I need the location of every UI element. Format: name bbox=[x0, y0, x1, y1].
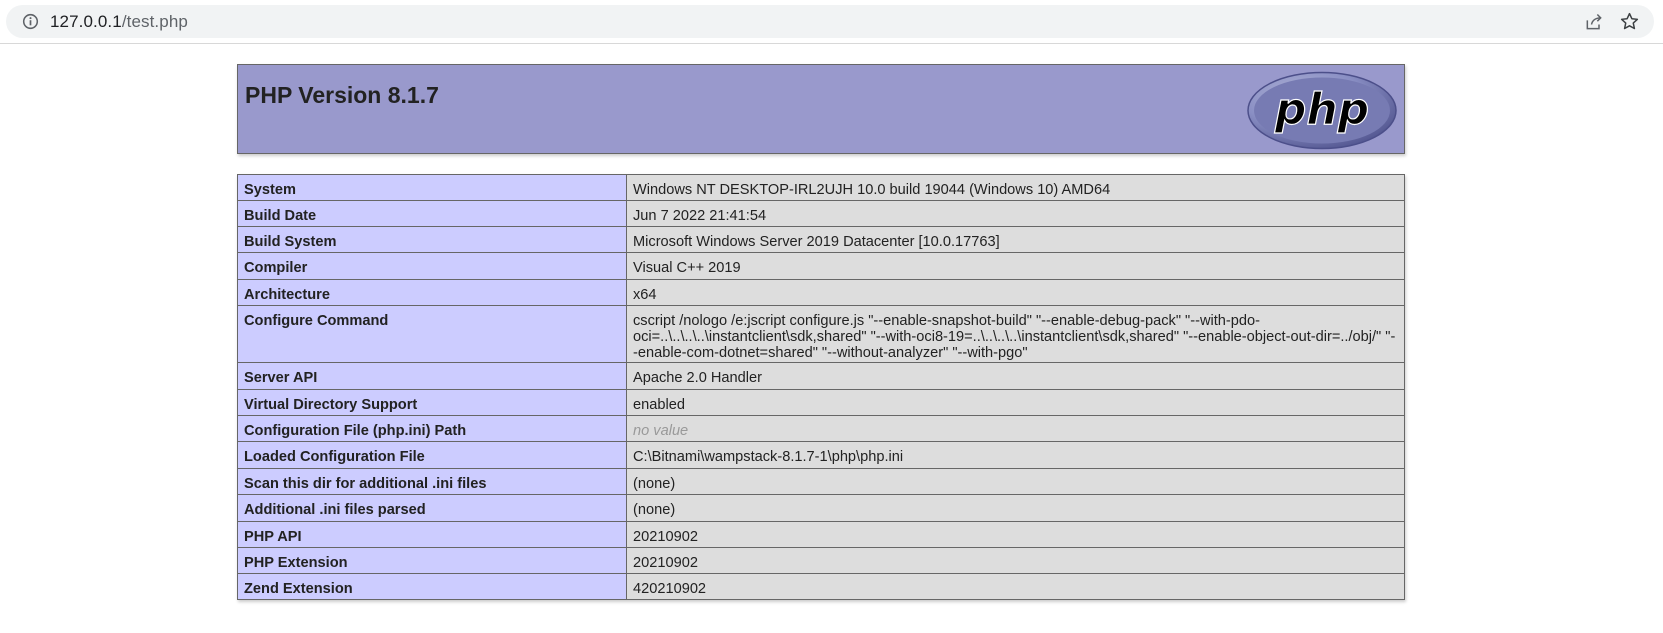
row-label: Architecture bbox=[237, 279, 627, 306]
table-row: Loaded Configuration File C:\Bitnami\wamp… bbox=[237, 441, 1405, 469]
row-value: (none) bbox=[626, 468, 1405, 495]
row-value: x64 bbox=[626, 279, 1405, 306]
url-host: 127.0.0.1 bbox=[50, 12, 122, 31]
table-row: Configure Command cscript /nologo /e:jscr… bbox=[237, 305, 1405, 363]
row-label: Compiler bbox=[237, 252, 627, 280]
table-row: Build System Microsoft Windows Server 201… bbox=[237, 226, 1405, 253]
row-value: Microsoft Windows Server 2019 Datacenter… bbox=[626, 226, 1405, 253]
table-row: Build Date Jun 7 2022 21:41:54 bbox=[237, 200, 1405, 227]
row-label: System bbox=[237, 174, 627, 201]
star-icon[interactable] bbox=[1619, 11, 1640, 32]
row-value: enabled bbox=[626, 389, 1405, 416]
row-value: cscript /nologo /e:jscript configure.js … bbox=[626, 305, 1405, 363]
no-value-text: no value bbox=[633, 423, 689, 439]
info-icon[interactable] bbox=[22, 13, 39, 30]
row-label: Virtual Directory Support bbox=[237, 389, 627, 416]
row-label: Additional .ini files parsed bbox=[237, 494, 627, 522]
phpinfo-page: PHP Version 8.1.7 php System Windows NT D… bbox=[237, 64, 1405, 600]
row-value: (none) bbox=[626, 494, 1405, 522]
url-text[interactable]: 127.0.0.1/test.php bbox=[50, 12, 188, 32]
row-label: Loaded Configuration File bbox=[237, 441, 627, 469]
info-table: System Windows NT DESKTOP-IRL2UJH 10.0 bu… bbox=[237, 174, 1405, 600]
phpinfo-header: PHP Version 8.1.7 php bbox=[237, 64, 1405, 154]
php-logo-text: php bbox=[1274, 84, 1369, 135]
table-row: PHP API 20210902 bbox=[237, 521, 1405, 548]
row-label: Configure Command bbox=[237, 305, 627, 363]
address-bar[interactable]: 127.0.0.1/test.php bbox=[6, 5, 1654, 38]
row-value: Visual C++ 2019 bbox=[626, 252, 1405, 280]
table-row: Additional .ini files parsed (none) bbox=[237, 494, 1405, 522]
table-row: Zend Extension 420210902 bbox=[237, 573, 1405, 600]
table-row: Compiler Visual C++ 2019 bbox=[237, 252, 1405, 280]
php-logo[interactable]: php bbox=[1246, 70, 1398, 151]
row-value: C:\Bitnami\wampstack-8.1.7-1\php\php.ini bbox=[626, 441, 1405, 469]
row-label: PHP Extension bbox=[237, 547, 627, 574]
table-row: Virtual Directory Support enabled bbox=[237, 389, 1405, 416]
url-path: /test.php bbox=[121, 12, 188, 31]
row-value: no value bbox=[626, 415, 1405, 442]
table-row: System Windows NT DESKTOP-IRL2UJH 10.0 bu… bbox=[237, 174, 1405, 201]
row-label: Build Date bbox=[237, 200, 627, 227]
row-value: Windows NT DESKTOP-IRL2UJH 10.0 build 19… bbox=[626, 174, 1405, 201]
row-label: Configuration File (php.ini) Path bbox=[237, 415, 627, 442]
browser-toolbar: 127.0.0.1/test.php bbox=[0, 0, 1663, 44]
page-title: PHP Version 8.1.7 bbox=[245, 82, 439, 108]
row-value: Jun 7 2022 21:41:54 bbox=[626, 200, 1405, 227]
table-row: Server API Apache 2.0 Handler bbox=[237, 362, 1405, 390]
row-label: PHP API bbox=[237, 521, 627, 548]
row-value: 20210902 bbox=[626, 547, 1405, 574]
table-row: Scan this dir for additional .ini files(… bbox=[237, 468, 1405, 495]
row-label: Scan this dir for additional .ini files bbox=[237, 468, 627, 495]
row-value: Apache 2.0 Handler bbox=[626, 362, 1405, 390]
row-value: 20210902 bbox=[626, 521, 1405, 548]
table-row: PHP Extension 20210902 bbox=[237, 547, 1405, 574]
table-row: Configuration File (php.ini) Path no valu… bbox=[237, 415, 1405, 442]
share-icon[interactable] bbox=[1584, 12, 1604, 32]
row-value: 420210902 bbox=[626, 573, 1405, 600]
row-label: Server API bbox=[237, 362, 627, 390]
row-label: Zend Extension bbox=[237, 573, 627, 600]
row-label: Build System bbox=[237, 226, 627, 253]
table-row: Architecture x64 bbox=[237, 279, 1405, 306]
